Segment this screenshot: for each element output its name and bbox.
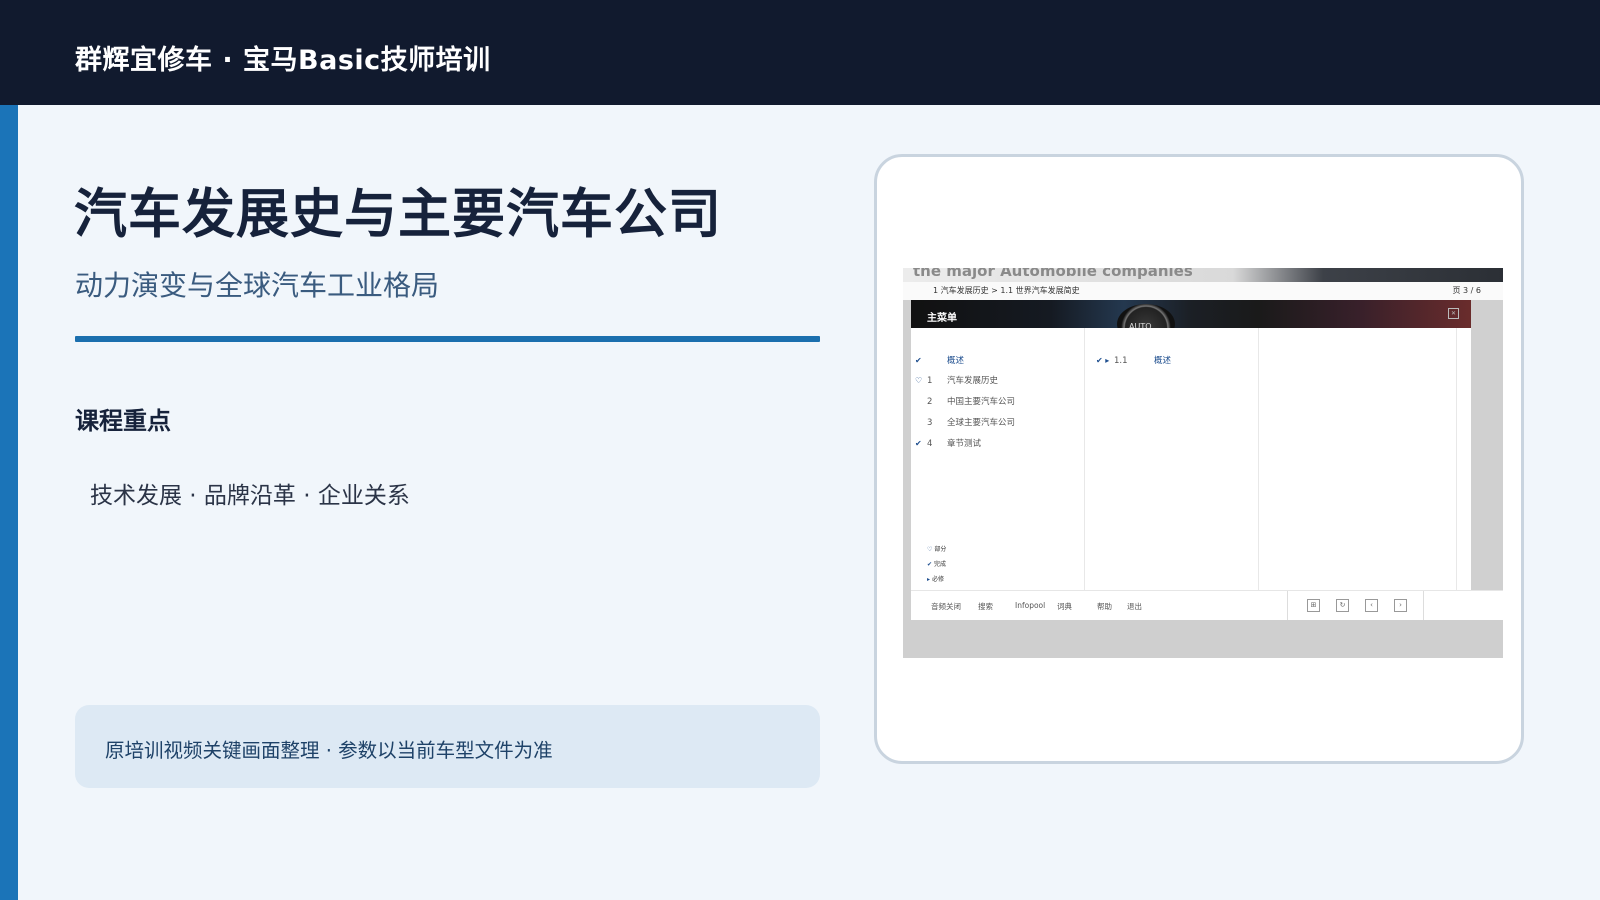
section-label: 课程重点 bbox=[75, 407, 171, 435]
brand-title: 群辉宜修车 · 宝马Basic技师培训 bbox=[75, 45, 491, 76]
check-icon: ✔ ▸ bbox=[1096, 356, 1110, 365]
fullscreen-icon: ⊞ bbox=[1307, 599, 1320, 612]
infopool-link: Infopool bbox=[1015, 601, 1046, 610]
audio-off-link: 音频关闭 bbox=[931, 602, 961, 611]
top-bar: 群辉宜修车 · 宝马Basic技师培训 bbox=[0, 0, 1600, 105]
slide-title: 汽车发展史与主要汽车公司 bbox=[74, 184, 722, 245]
screenshot-card: the major Automobile companies 1 汽车发展历史 … bbox=[874, 154, 1524, 764]
help-link: 帮助 bbox=[1097, 602, 1112, 611]
next-icon: › bbox=[1394, 599, 1407, 612]
dictionary-link: 词典 bbox=[1057, 602, 1072, 611]
prev-icon: ‹ bbox=[1365, 599, 1378, 612]
exit-link: 退出 bbox=[1127, 602, 1142, 611]
refresh-icon: ↻ bbox=[1336, 599, 1349, 612]
column-divider bbox=[1456, 328, 1457, 590]
screenshot-banner-text: the major Automobile companies bbox=[913, 268, 1193, 280]
screenshot-footer: 音频关闭 搜索 Infopool 词典 帮助 退出 ⊞ ↻ ‹ › bbox=[911, 590, 1503, 621]
check-icon: ✔ bbox=[915, 439, 922, 448]
partial-icon: ♡ bbox=[915, 376, 923, 385]
menu-item: ♡ 1 汽车发展历史 bbox=[915, 376, 999, 386]
screenshot-page-indicator: 页 3 / 6 bbox=[1452, 286, 1481, 295]
screenshot-breadcrumb-bar: 1 汽车发展历史 > 1.1 世界汽车发展简史 页 3 / 6 bbox=[903, 282, 1503, 300]
note-text: 原培训视频关键画面整理 · 参数以当前车型文件为准 bbox=[105, 739, 553, 762]
screenshot-breadcrumb: 1 汽车发展历史 > 1.1 世界汽车发展简史 bbox=[933, 286, 1080, 295]
screenshot-bottom-gray bbox=[903, 620, 1503, 658]
note-box: 原培训视频关键画面整理 · 参数以当前车型文件为准 bbox=[75, 705, 820, 788]
menu-item: ✔ 4 章节测试 bbox=[915, 439, 982, 449]
menu-item: 2 中国主要汽车公司 bbox=[927, 397, 1016, 407]
title-divider bbox=[75, 336, 820, 342]
screenshot-content: ✔ 概述 ♡ 1 汽车发展历史 2 中国主要汽车公司 3 全球主要汽车公司 ✔ 4 章节测试 … bbox=[911, 328, 1471, 590]
check-icon: ✔ bbox=[915, 356, 922, 365]
menu-item: 3 全球主要汽车公司 bbox=[927, 418, 1016, 428]
section-body: 技术发展 · 品牌沿革 · 企业关系 bbox=[90, 483, 410, 509]
training-screenshot: the major Automobile companies 1 汽车发展历史 … bbox=[903, 268, 1503, 658]
submenu-item: ✔ ▸ 1.1 概述 bbox=[1096, 356, 1172, 366]
screenshot-banner: the major Automobile companies bbox=[903, 268, 1503, 282]
screenshot-menu-bar: 主菜单 AUTO ✕ bbox=[911, 300, 1471, 344]
menu-item: ✔ 概述 bbox=[915, 356, 965, 366]
legend-item: ✔ 完成 bbox=[927, 561, 946, 568]
accent-strip bbox=[0, 105, 18, 900]
legend-item: ♡ 部分 bbox=[927, 546, 947, 553]
screenshot-menu-title: 主菜单 bbox=[927, 313, 957, 324]
legend-item: ▸ 必修 bbox=[927, 576, 944, 583]
column-divider bbox=[1258, 328, 1259, 590]
close-icon: ✕ bbox=[1448, 308, 1459, 319]
column-divider bbox=[1084, 328, 1085, 590]
slide-subtitle: 动力演变与全球汽车工业格局 bbox=[75, 269, 440, 302]
search-link: 搜索 bbox=[978, 602, 993, 611]
